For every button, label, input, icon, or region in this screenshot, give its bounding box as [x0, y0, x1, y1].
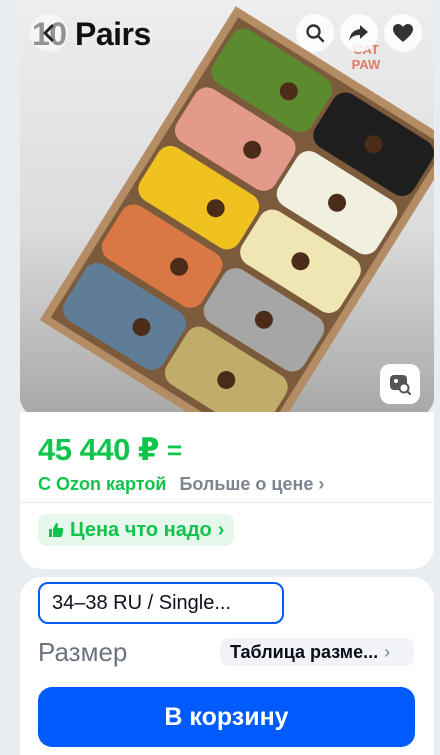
- image-search-icon: [390, 375, 412, 396]
- add-to-cart-button[interactable]: В корзину: [38, 687, 415, 747]
- favorite-button[interactable]: [384, 14, 422, 52]
- good-price-label: Цена что надо: [70, 518, 212, 541]
- share-icon: [349, 25, 368, 41]
- thumbs-up-icon: [49, 523, 64, 537]
- chevron-right-icon: ›: [318, 474, 325, 494]
- price-equal-sign: =: [167, 434, 183, 465]
- chevron-right-icon: ›: [217, 518, 225, 541]
- product-image-gallery[interactable]: 10 Pairs CAT PAW: [20, 0, 434, 418]
- divider: [20, 502, 434, 503]
- search-icon: [306, 24, 325, 43]
- image-search-button[interactable]: [380, 364, 420, 404]
- good-price-badge[interactable]: Цена что надо ›: [38, 514, 235, 546]
- size-label: Размер: [38, 637, 128, 667]
- more-about-price-link[interactable]: Больше о цене ›: [179, 474, 324, 494]
- share-button[interactable]: [340, 14, 378, 52]
- chevron-left-icon: [43, 24, 54, 42]
- heart-icon: [393, 24, 413, 42]
- price-details-row[interactable]: С Ozon картой Больше о цене ›: [38, 474, 324, 495]
- back-button[interactable]: [30, 14, 68, 52]
- size-selector[interactable]: 34–38 RU / Single...: [38, 582, 284, 624]
- ozon-card-label: С Ozon картой: [38, 474, 167, 494]
- chevron-right-icon: ›: [384, 641, 391, 662]
- search-button[interactable]: [296, 14, 334, 52]
- size-chart-link[interactable]: Таблица разме... ›: [220, 638, 414, 666]
- purchase-card: 34–38 RU / Single... Размер Таблица разм…: [20, 577, 434, 755]
- price-card: 45 440 ₽ = С Ozon картой Больше о цене ›…: [20, 412, 434, 569]
- price-value: 45 440 ₽: [38, 432, 160, 467]
